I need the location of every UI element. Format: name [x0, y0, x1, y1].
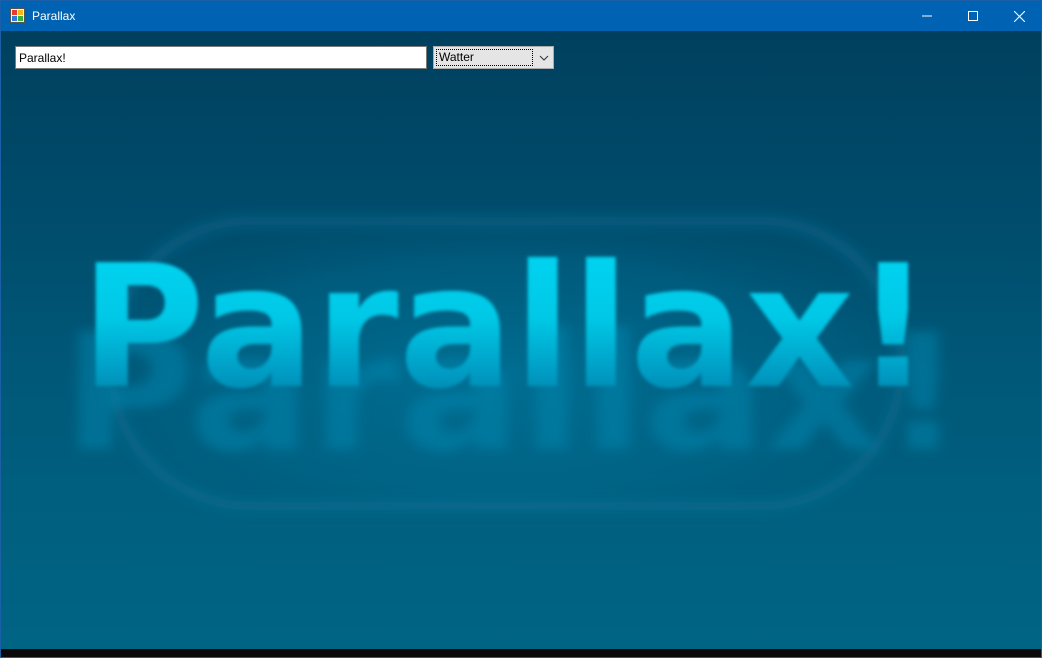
close-button[interactable]	[996, 1, 1041, 31]
window-title: Parallax	[32, 9, 76, 23]
maximize-button[interactable]	[950, 1, 996, 31]
text-input[interactable]	[15, 46, 427, 69]
app-window: Parallax Parallax! Parallax! Parallax! W…	[0, 0, 1042, 658]
minimize-icon	[922, 15, 932, 17]
windows-form-app-icon	[10, 8, 25, 23]
parallax-canvas: Parallax! Parallax!	[62, 209, 964, 514]
effect-select-value: Watter	[436, 49, 533, 66]
effect-select[interactable]: Watter	[433, 46, 554, 69]
render-area: Parallax! Parallax! Watter	[1, 31, 1041, 649]
title-bar[interactable]: Parallax	[1, 1, 1041, 31]
maximize-icon	[968, 11, 978, 21]
scene-text: Parallax!	[80, 229, 932, 427]
chevron-down-icon	[539, 55, 549, 61]
close-icon	[1013, 10, 1025, 22]
bottom-border	[1, 649, 1041, 657]
minimize-button[interactable]	[904, 1, 950, 31]
